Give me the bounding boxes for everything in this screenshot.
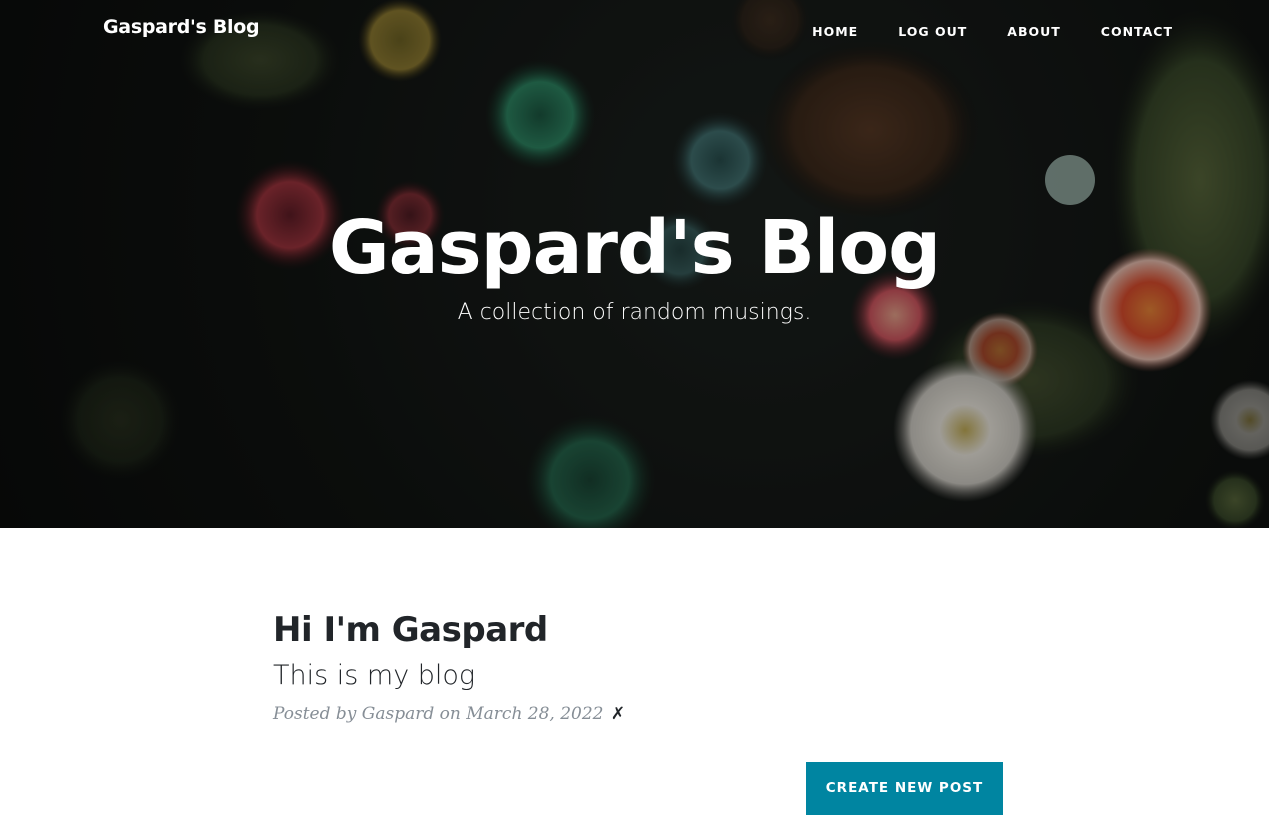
nav-item-about: ABOUT xyxy=(1007,21,1061,40)
brand-link[interactable]: Gaspard's Blog xyxy=(103,16,260,38)
nav-menu: HOME LOG OUT ABOUT CONTACT xyxy=(772,21,1173,40)
post-meta-prefix: Posted by xyxy=(273,704,357,724)
create-new-post-button[interactable]: CREATE NEW POST xyxy=(806,762,1003,815)
nav-item-contact: CONTACT xyxy=(1101,21,1173,40)
nav-item-logout: LOG OUT xyxy=(898,21,967,40)
post-title: Hi I'm Gaspard xyxy=(273,610,548,650)
post-link[interactable]: Hi I'm Gaspard This is my blog xyxy=(273,606,1003,696)
post-subtitle: This is my blog xyxy=(273,660,476,691)
main-nav: Gaspard's Blog HOME LOG OUT ABOUT CONTAC… xyxy=(0,0,1269,58)
site-subtitle: A collection of random musings. xyxy=(457,300,812,325)
nav-item-home: HOME xyxy=(812,21,858,40)
nav-link-about[interactable]: ABOUT xyxy=(1007,24,1061,39)
post-preview: Hi I'm Gaspard This is my blog Posted by… xyxy=(273,606,1003,726)
post-date: March 28, 2022 xyxy=(466,704,604,724)
main-content: Hi I'm Gaspard This is my blog Posted by… xyxy=(0,528,1269,824)
post-meta: Posted by Gaspard on March 28, 2022 ✗ xyxy=(273,702,1003,726)
nav-link-logout[interactable]: LOG OUT xyxy=(898,24,967,39)
masthead: Gaspard's Blog HOME LOG OUT ABOUT CONTAC… xyxy=(0,0,1269,528)
delete-post-icon[interactable]: ✗ xyxy=(611,704,625,724)
nav-link-home[interactable]: HOME xyxy=(812,24,858,39)
nav-link-contact[interactable]: CONTACT xyxy=(1101,24,1173,39)
post-author-link[interactable]: Gaspard xyxy=(362,704,434,724)
post-meta-on: on xyxy=(439,704,461,724)
site-title: Gaspard's Blog xyxy=(328,205,941,291)
site-heading: Gaspard's Blog A collection of random mu… xyxy=(0,200,1269,328)
